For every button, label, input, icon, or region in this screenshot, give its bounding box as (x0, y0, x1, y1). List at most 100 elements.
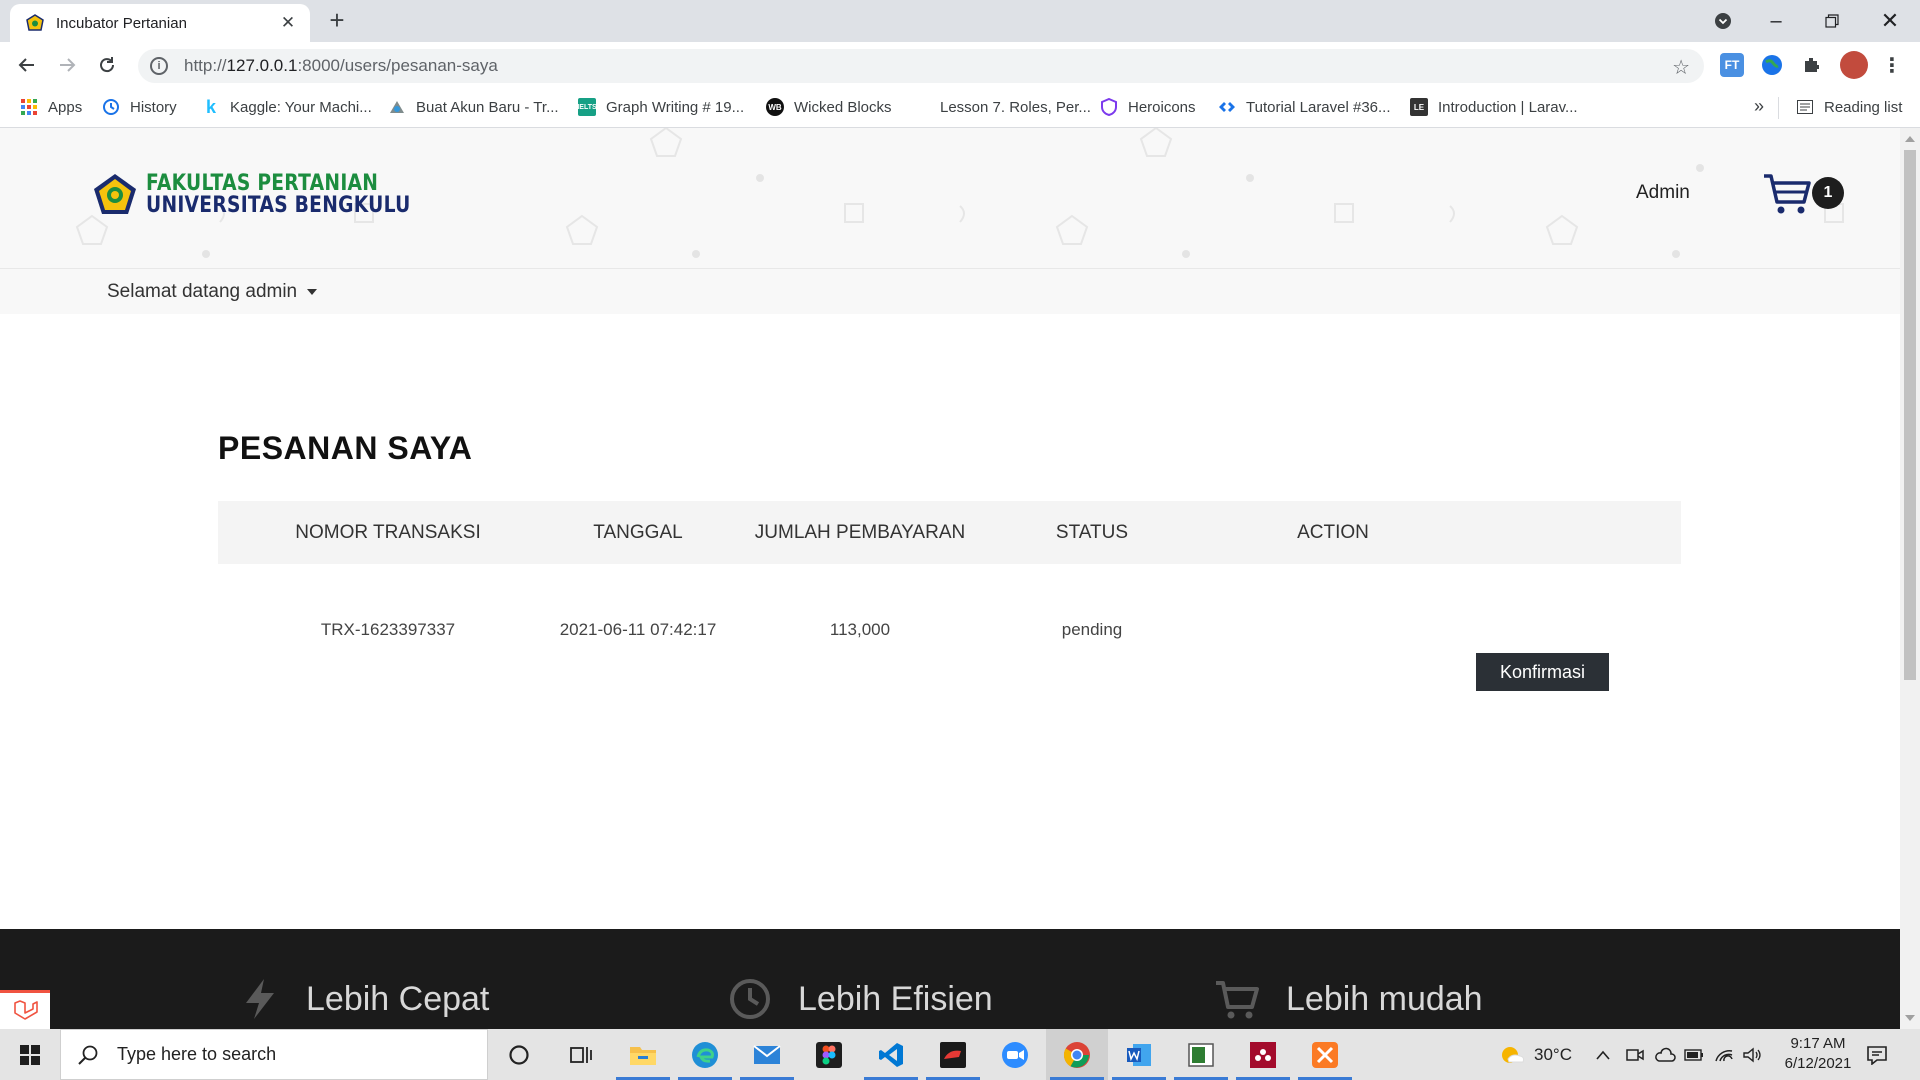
taskbar-media-app[interactable] (922, 1029, 984, 1080)
url-text: http://127.0.0.1:8000/users/pesanan-saya (184, 56, 498, 75)
extensions-puzzle-icon[interactable] (1800, 53, 1824, 77)
taskbar-clock[interactable]: 9:17 AM 6/12/2021 (1768, 1034, 1868, 1074)
meet-now-icon (1626, 1048, 1644, 1061)
bookmark-star-icon[interactable]: ☆ (1672, 55, 1690, 80)
reading-list-button[interactable]: Reading list (1796, 88, 1902, 126)
bookmark-kaggle[interactable]: k Kaggle: Your Machi... (202, 88, 372, 126)
task-view-button[interactable] (550, 1029, 612, 1080)
bookmark-introduction-laravel[interactable]: LE Introduction | Larav... (1410, 88, 1578, 126)
feature-lebih-cepat: Lebih Cepat (240, 977, 489, 1021)
bookmark-heroicons[interactable]: Heroicons (1100, 88, 1196, 126)
show-hidden-icons-button[interactable] (1596, 1029, 1610, 1080)
word-icon (1127, 1043, 1151, 1066)
tab-search-button[interactable] (1706, 0, 1740, 42)
browser-tab-active[interactable]: Incubator Pertanian ✕ (10, 4, 310, 42)
weather-sun-icon (1502, 1046, 1525, 1063)
window-close-button[interactable]: ✕ (1870, 0, 1910, 42)
taskbar-figma[interactable] (798, 1029, 860, 1080)
lightning-icon (246, 979, 274, 1019)
site-logo[interactable]: FAKULTAS PERTANIAN UNIVERSITAS BENGKULU (92, 172, 457, 218)
edge-browser-icon (692, 1041, 718, 1068)
tab-close-icon[interactable]: ✕ (278, 13, 298, 33)
tab-title: Incubator Pertanian (56, 14, 187, 32)
new-tab-button[interactable]: + (322, 6, 352, 36)
bookmark-tutorial-laravel[interactable]: Tutorial Laravel #36... (1218, 88, 1391, 126)
taskbar-word[interactable] (1108, 1029, 1170, 1080)
scrollbar-thumb[interactable] (1904, 150, 1916, 680)
wicked-blocks-icon: WB (766, 98, 784, 116)
figma-icon (816, 1041, 842, 1068)
page-viewport: FAKULTAS PERTANIAN UNIVERSITAS BENGKULU … (0, 128, 1900, 1029)
tray-volume[interactable] (1742, 1029, 1762, 1080)
taskbar-image-viewer[interactable] (1170, 1029, 1232, 1080)
mendeley-icon (1250, 1041, 1276, 1068)
extension-ft-icon[interactable]: FT (1720, 53, 1744, 77)
cell-nomor-transaksi: TRX-1623397337 (320, 620, 456, 639)
reload-icon (100, 57, 115, 73)
clock-icon (730, 979, 770, 1019)
site-info-icon[interactable]: i (150, 57, 168, 75)
weather-widget[interactable]: 30°C (1500, 1029, 1572, 1080)
bookmark-lesson-7[interactable]: Lesson 7. Roles, Per... (940, 88, 1091, 126)
bookmarks-bar: Apps History k Kaggle: Your Machi... Bua… (0, 88, 1920, 128)
bookmark-buat-akun[interactable]: Buat Akun Baru - Tr... (388, 88, 559, 126)
task-view-icon (570, 1046, 592, 1063)
address-bar[interactable]: i http://127.0.0.1:8000/users/pesanan-sa… (138, 49, 1704, 83)
window-restore-button[interactable] (1812, 0, 1852, 42)
bookmark-wicked-blocks[interactable]: WB Wicked Blocks (766, 88, 892, 126)
scroll-up-arrow-icon[interactable] (1905, 136, 1915, 142)
bookmark-graph-writing[interactable]: IELTS Graph Writing # 19... (577, 88, 744, 126)
kaggle-icon: k (205, 96, 216, 117)
taskbar-mendeley[interactable] (1232, 1029, 1294, 1080)
taskbar-vscode[interactable] (860, 1029, 922, 1080)
site-header: FAKULTAS PERTANIAN UNIVERSITAS BENGKULU … (0, 128, 1900, 268)
zoom-icon (1002, 1041, 1028, 1068)
tray-meet-now[interactable] (1626, 1029, 1644, 1080)
window-minimize-button[interactable]: – (1756, 0, 1796, 42)
search-icon (78, 1045, 98, 1065)
forward-button[interactable] (52, 50, 82, 80)
taskbar-search-box[interactable]: Type here to search (60, 1029, 488, 1080)
taskbar-chrome[interactable] (1046, 1029, 1108, 1080)
image-viewer-icon (1188, 1042, 1214, 1067)
tray-wifi[interactable] (1714, 1029, 1734, 1080)
konfirmasi-button[interactable]: Konfirmasi (1476, 653, 1609, 691)
cortana-button[interactable] (488, 1029, 550, 1080)
laravel-debugbar-badge[interactable] (0, 990, 50, 1029)
taskbar-zoom[interactable] (984, 1029, 1046, 1080)
taskbar-edge[interactable] (674, 1029, 736, 1080)
column-header-jumlah-pembayaran: JUMLAH PEMBAYARAN (754, 521, 966, 543)
heroicons-icon (1100, 98, 1118, 116)
taskbar-mail[interactable] (736, 1029, 798, 1080)
bookmark-apps[interactable]: Apps (20, 88, 82, 126)
nav-admin-link[interactable]: Admin (1636, 182, 1690, 204)
university-emblem-icon (94, 174, 136, 214)
reload-button[interactable] (92, 50, 122, 80)
tray-onedrive[interactable] (1654, 1029, 1676, 1080)
tray-battery[interactable] (1684, 1029, 1704, 1080)
subnav-bar: Selamat datang admin (0, 268, 1900, 314)
back-button[interactable] (12, 50, 42, 80)
bookmarks-overflow-button[interactable]: » (1754, 96, 1764, 117)
extension-globe-icon[interactable] (1760, 53, 1784, 77)
user-dropdown[interactable]: Selamat datang admin (107, 281, 318, 303)
bookmark-history[interactable]: History (102, 88, 177, 126)
column-header-status: STATUS (1055, 521, 1129, 543)
windows-logo-icon (20, 1044, 40, 1065)
browser-menu-icon[interactable]: ⋮ (1880, 53, 1904, 77)
mail-icon (753, 1044, 781, 1064)
shopping-cart-icon[interactable] (1762, 168, 1812, 218)
column-header-nomor-transaksi: NOMOR TRANSAKSI (295, 521, 481, 543)
action-center-button[interactable] (1866, 1029, 1888, 1080)
page-title: PESANAN SAYA (218, 430, 473, 466)
tab-search-icon (1715, 13, 1731, 29)
bookmarks-divider (1778, 97, 1779, 119)
vscode-icon (879, 1042, 903, 1067)
start-button[interactable] (0, 1029, 60, 1080)
temperature-text: 30°C (1534, 1044, 1572, 1064)
page-scrollbar[interactable] (1900, 128, 1920, 1029)
scroll-down-arrow-icon[interactable] (1905, 1015, 1915, 1021)
taskbar-file-explorer[interactable] (612, 1029, 674, 1080)
taskbar-xampp[interactable] (1294, 1029, 1356, 1080)
profile-avatar[interactable] (1840, 51, 1868, 79)
